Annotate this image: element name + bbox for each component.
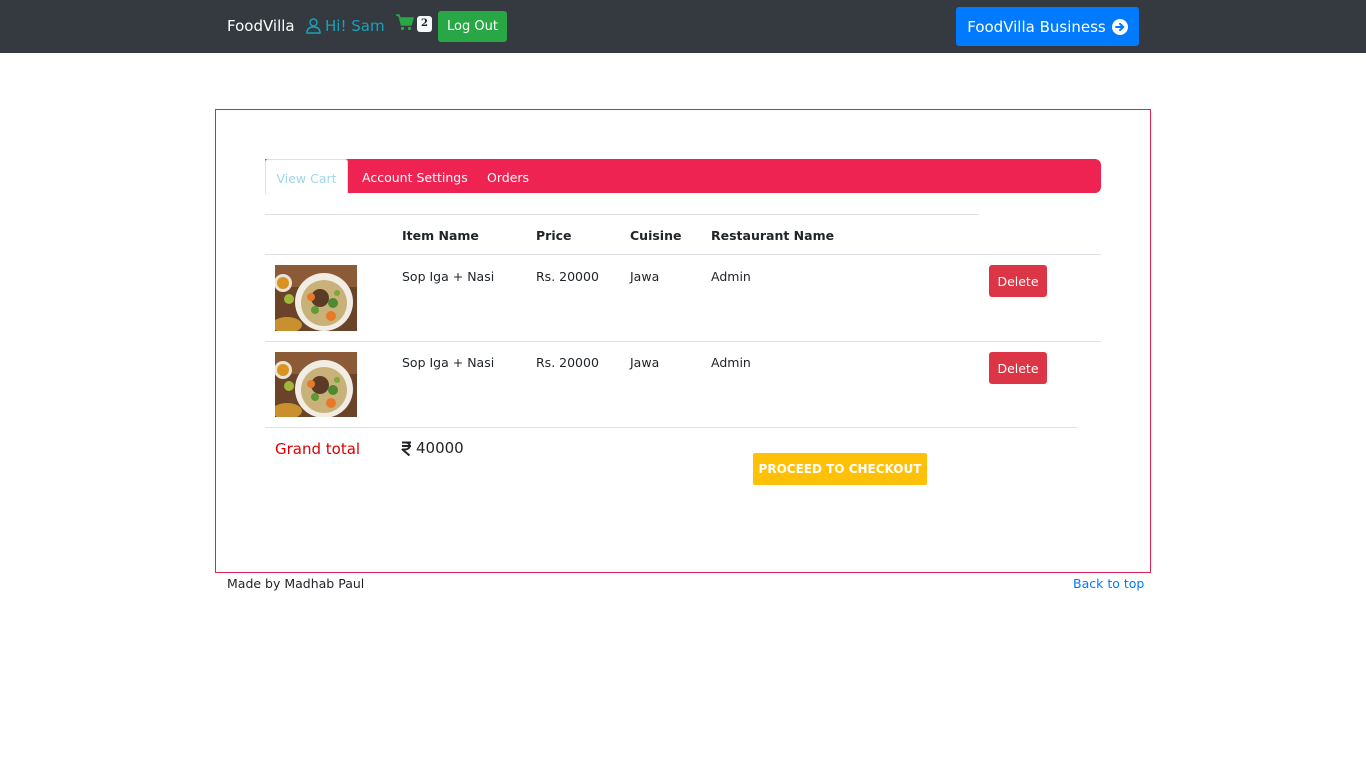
delete-button[interactable]: Delete (989, 265, 1047, 297)
header-price: Price (536, 228, 572, 243)
table-top-divider (265, 214, 979, 215)
cell-restaurant: Admin (711, 269, 751, 284)
tab-view-cart[interactable]: View Cart (265, 159, 348, 194)
cart-count-badge: 2 (417, 16, 432, 32)
cell-price: Rs. 20000 (536, 269, 599, 284)
cell-cuisine: Jawa (630, 269, 660, 284)
user-greeting-link[interactable]: Hi! Sam (306, 17, 385, 35)
cart-link[interactable]: 2 (396, 14, 432, 32)
cell-cuisine: Jawa (630, 355, 660, 370)
back-to-top-link[interactable]: Back to top (1073, 576, 1144, 591)
header-item-name: Item Name (402, 228, 479, 243)
grand-total-label: Grand total (275, 440, 361, 458)
delete-button[interactable]: Delete (989, 352, 1047, 384)
row-divider (265, 341, 1101, 342)
footer-credit: Made by Madhab Paul (227, 576, 365, 591)
user-greeting-text: Hi! Sam (325, 17, 385, 35)
header-cuisine: Cuisine (630, 228, 682, 243)
row-divider (265, 427, 1077, 428)
brand-logo[interactable]: FoodVilla (227, 17, 295, 35)
tab-orders[interactable]: Orders (487, 159, 529, 193)
food-thumbnail (275, 352, 357, 417)
proceed-to-checkout-button[interactable]: PROCEED TO CHECKOUT (753, 453, 927, 485)
grand-total-value: 40000 (416, 439, 464, 457)
business-button-label: FoodVilla Business (967, 17, 1106, 36)
cell-price: Rs. 20000 (536, 355, 599, 370)
top-navbar: FoodVilla Hi! Sam 2 Log Out FoodVilla Bu… (0, 0, 1366, 53)
cell-restaurant: Admin (711, 355, 751, 370)
food-thumbnail (275, 265, 357, 331)
cell-item-name: Sop Iga + Nasi (402, 355, 495, 370)
header-restaurant-name: Restaurant Name (711, 228, 835, 243)
rupee-icon (401, 441, 411, 456)
shopping-cart-icon (396, 14, 414, 31)
foodvilla-business-button[interactable]: FoodVilla Business (956, 7, 1139, 46)
grand-total: 40000 (401, 439, 464, 457)
header-divider (265, 254, 1101, 255)
tab-account-settings[interactable]: Account Settings (362, 159, 468, 193)
arrow-circle-right-icon (1111, 18, 1128, 35)
profile-tabs: View Cart Account Settings Orders (265, 159, 1101, 194)
cell-item-name: Sop Iga + Nasi (402, 269, 495, 284)
user-icon (306, 18, 321, 34)
logout-button[interactable]: Log Out (438, 11, 507, 42)
